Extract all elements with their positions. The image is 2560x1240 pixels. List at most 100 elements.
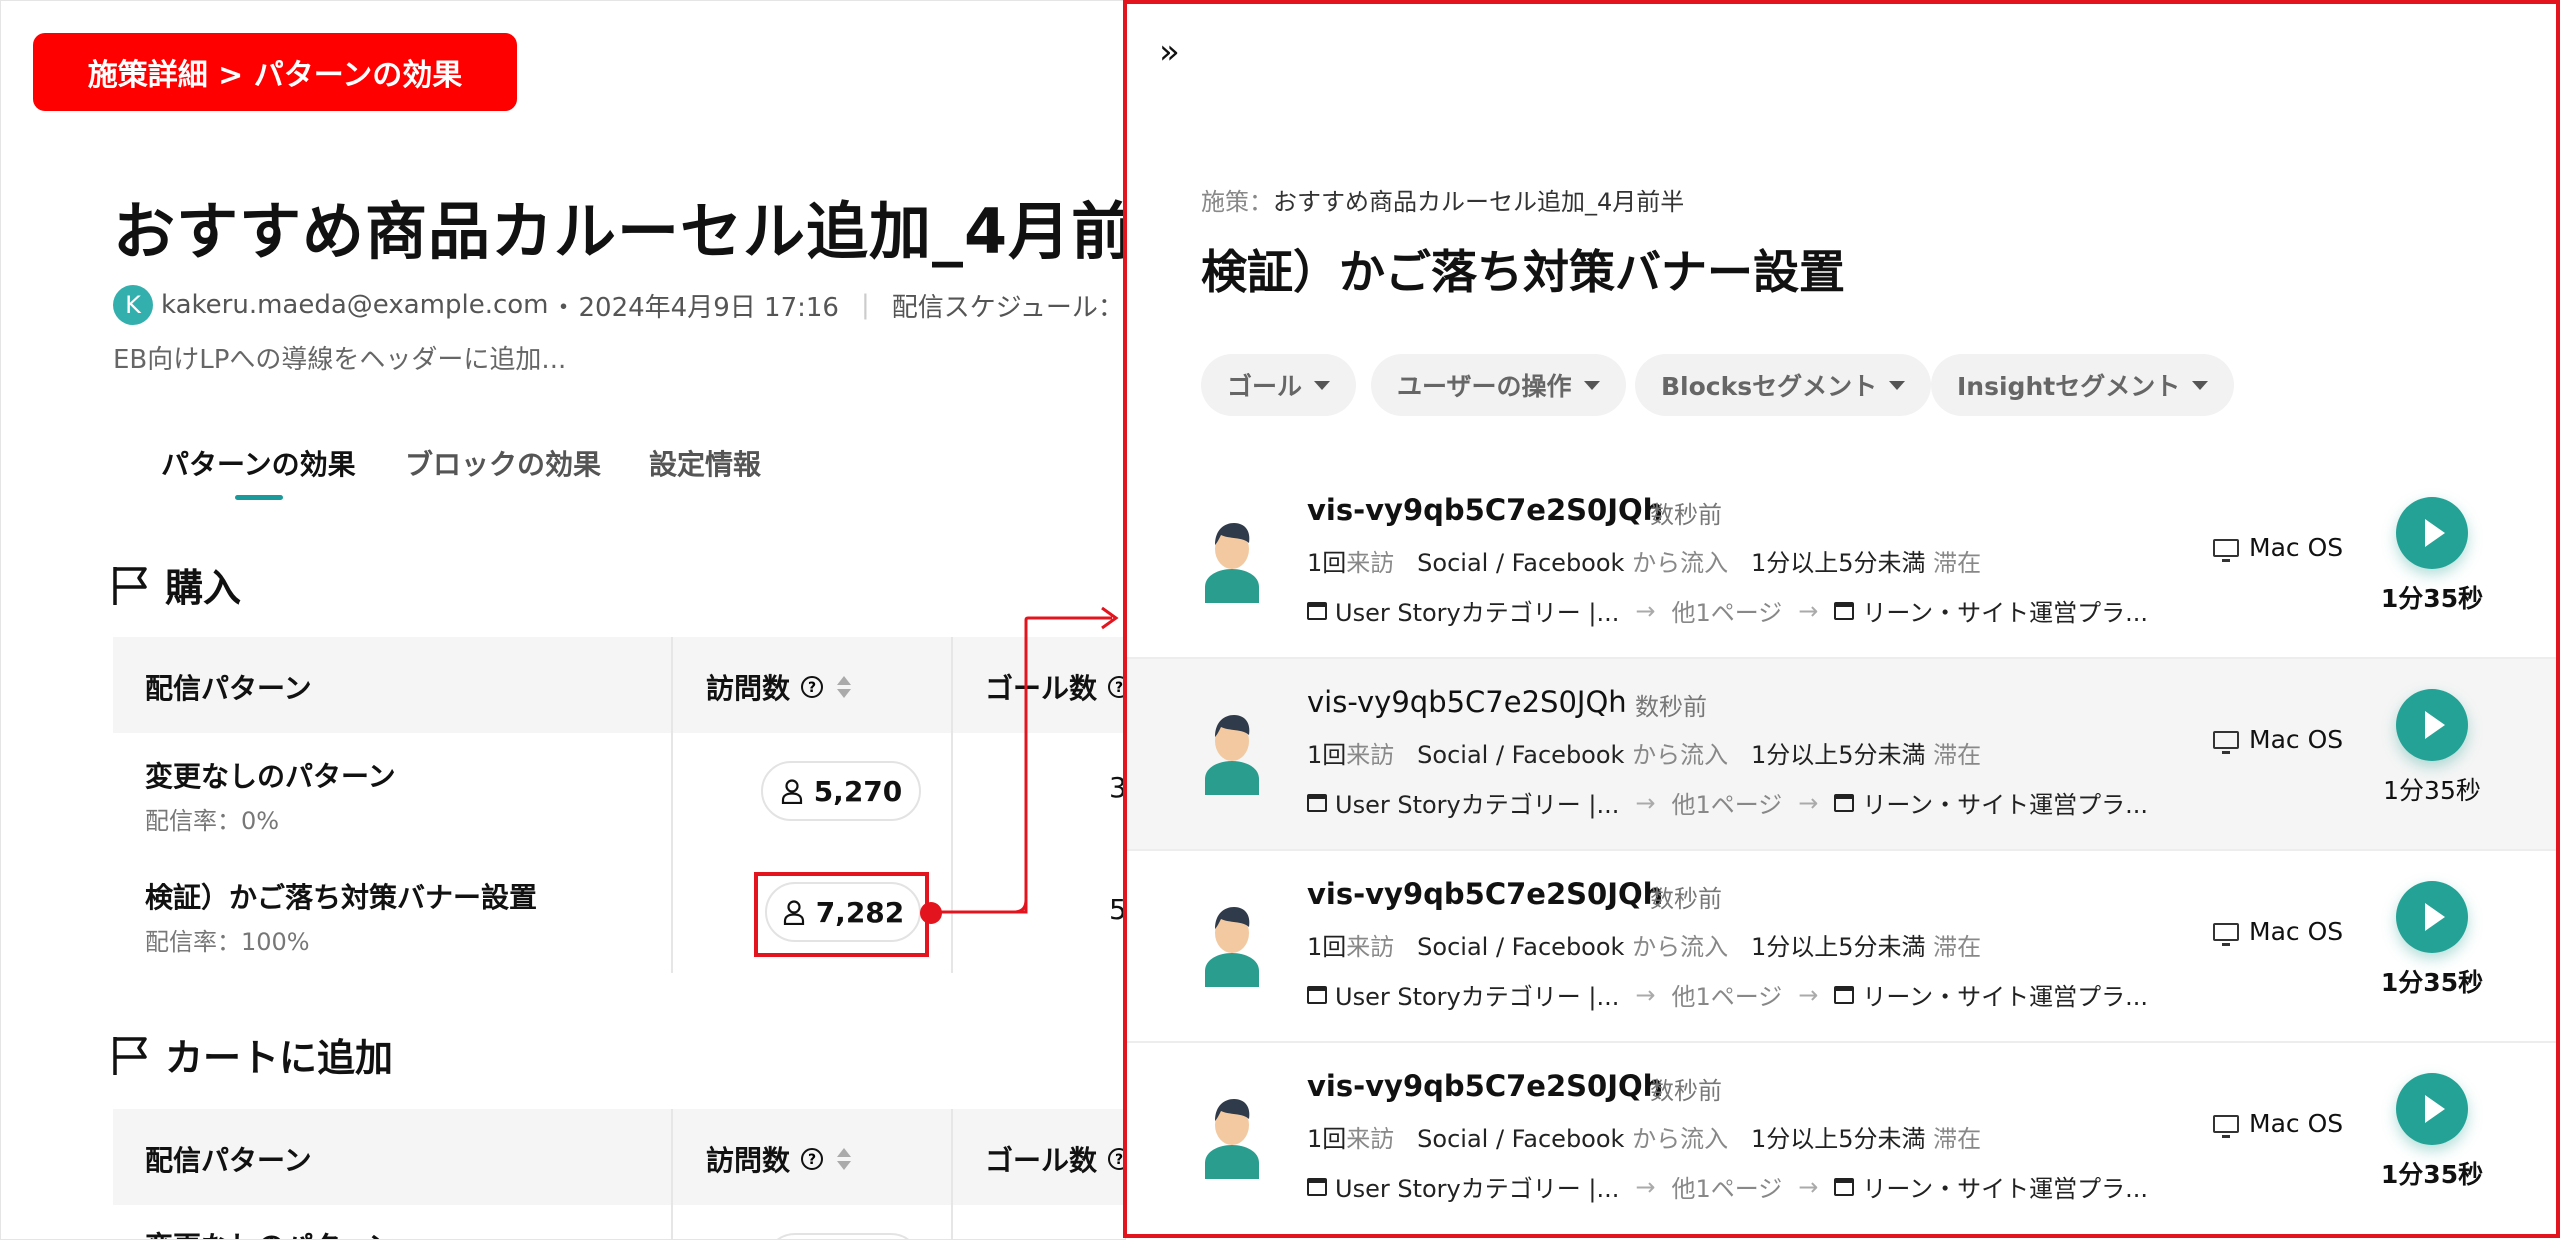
caret-down-icon	[1889, 380, 1906, 390]
col-visits-label: 訪問数	[706, 1144, 791, 1177]
play-button[interactable]	[2396, 497, 2468, 569]
visit-row[interactable]: vis-vy9qb5C7e2S0JQh 数秒前 1回来訪 Social / Fa…	[1127, 1043, 2556, 1234]
os-info: Mac OS	[2213, 917, 2343, 946]
col-visits[interactable]: 訪問数 ?	[706, 667, 854, 707]
panel-title: 検証）かご落ち対策バナー設置	[1201, 245, 1845, 299]
visit-row[interactable]: vis-vy9qb5C7e2S0JQh 数秒前 1回来訪 Social / Fa…	[1127, 851, 2556, 1043]
help-icon[interactable]: ?	[800, 1147, 824, 1171]
monitor-icon	[2213, 730, 2239, 754]
visitor-id[interactable]: vis-vy9qb5C7e2S0JQh	[1307, 493, 1663, 527]
section-title: 購入	[165, 566, 242, 610]
author-email: kakeru.maeda@example.com	[161, 290, 549, 320]
tab-pattern-effect[interactable]: パターンの効果	[161, 443, 356, 483]
visitor-panel: » 施策：おすすめ商品カルーセル追加_4月前半 検証）かご落ち対策バナー設置 ゴ…	[1123, 0, 2560, 1238]
collapse-icon[interactable]: »	[1159, 32, 1180, 72]
page-icon	[1307, 985, 1327, 1004]
col-visits-label: 訪問数	[706, 672, 791, 705]
row-title[interactable]: 検証）かご落ち対策バナー設置	[145, 876, 537, 916]
page-icon	[1834, 601, 1855, 620]
column-divider	[671, 1109, 673, 1239]
visit-summary: 1回来訪 Social / Facebook から流入 1分以上5分未満 滞在	[1307, 741, 1982, 769]
user-avatar-icon	[1205, 907, 1259, 987]
flag-icon	[113, 566, 147, 605]
tab-settings[interactable]: 設定情報	[649, 443, 761, 483]
filter-user-action[interactable]: ユーザーの操作	[1371, 354, 1626, 416]
panel-kicker: 施策：おすすめ商品カルーセル追加_4月前半	[1201, 182, 1684, 217]
monitor-icon	[2213, 1114, 2239, 1138]
visit-time: 数秒前	[1650, 885, 1722, 913]
section-heading-purchase: 購入	[109, 557, 241, 612]
caret-down-icon	[1583, 380, 1600, 390]
page-icon	[1834, 793, 1855, 812]
page-title: おすすめ商品カルーセル追加_4月前半	[113, 195, 1126, 268]
os-info: Mac OS	[2213, 725, 2343, 754]
tab-block-effect[interactable]: ブロックの効果	[405, 443, 601, 483]
page-icon	[1307, 1177, 1327, 1196]
avatar: K	[113, 285, 153, 325]
visit-summary: 1回来訪 Social / Facebook から流入 1分以上5分未満 滞在	[1307, 549, 1982, 577]
sort-icon[interactable]	[834, 673, 854, 701]
sort-icon[interactable]	[834, 1145, 854, 1173]
visitor-id[interactable]: vis-vy9qb5C7e2S0JQh	[1307, 685, 1627, 719]
col-pattern: 配信パターン	[145, 1144, 312, 1177]
created-date: 2024年4月9日 17:16	[578, 292, 839, 323]
visits-count: 5,270	[813, 774, 903, 808]
visit-time: 数秒前	[1650, 1077, 1722, 1105]
visits-pill[interactable]: 5,270	[761, 761, 921, 821]
page-icon	[1834, 985, 1855, 1004]
session-duration: 1分35秒	[2380, 1160, 2484, 1189]
visit-row[interactable]: vis-vy9qb5C7e2S0JQh 数秒前 1回来訪 Social / Fa…	[1127, 659, 2556, 851]
user-avatar-icon	[1205, 523, 1259, 603]
monitor-icon	[2213, 538, 2239, 562]
svg-text:?: ?	[808, 1152, 816, 1168]
meta-divider: |	[860, 290, 870, 320]
col-visits[interactable]: 訪問数 ?	[706, 1139, 854, 1179]
row-title[interactable]: 変更なしのパターン	[145, 1225, 396, 1239]
filter-blocks-segment[interactable]: Blocksセグメント	[1635, 354, 1932, 416]
row-rate: 配信率：0%	[145, 807, 280, 835]
user-avatar-icon	[1205, 1099, 1259, 1179]
caret-down-icon	[1314, 380, 1331, 390]
column-divider	[951, 1109, 953, 1239]
flag-icon	[113, 1036, 147, 1075]
row-title[interactable]: 変更なしのパターン	[145, 755, 396, 795]
os-info: Mac OS	[2213, 533, 2343, 562]
page-icon	[1834, 1177, 1855, 1196]
visit-row[interactable]: vis-vy9qb5C7e2S0JQh 数秒前 1回来訪 Social / Fa…	[1127, 467, 2556, 659]
svg-text:?: ?	[808, 680, 816, 696]
meta-separator: ・	[550, 292, 577, 323]
highlight-box	[754, 872, 929, 957]
page-icon	[1307, 601, 1327, 620]
col-goals-label: ゴール数	[985, 1144, 1098, 1177]
play-button[interactable]	[2396, 1073, 2468, 1145]
visit-summary: 1回来訪 Social / Facebook から流入 1分以上5分未満 滞在	[1307, 933, 1982, 961]
visitor-id[interactable]: vis-vy9qb5C7e2S0JQh	[1307, 1069, 1663, 1103]
visit-path: User Storyカテゴリー |... → 他1ページ → リーン・サイト運営プラ..…	[1307, 785, 2148, 820]
filter-goal[interactable]: ゴール	[1201, 354, 1357, 416]
meta-line: K kakeru.maeda@example.com ・ 2024年4月9日 1…	[113, 285, 1124, 325]
tab-indicator	[235, 495, 283, 500]
session-duration: 1分35秒	[2383, 776, 2481, 805]
visit-path: User Storyカテゴリー |... → 他1ページ → リーン・サイト運営プラ..…	[1307, 1169, 2148, 1204]
play-button[interactable]	[2396, 689, 2468, 761]
col-pattern: 配信パターン	[145, 672, 312, 705]
filter-label: Blocksセグメント	[1661, 372, 1878, 401]
play-button[interactable]	[2396, 881, 2468, 953]
kicker-value: おすすめ商品カルーセル追加_4月前半	[1273, 188, 1685, 216]
session-duration: 1分35秒	[2380, 584, 2484, 613]
session-duration: 1分35秒	[2380, 968, 2484, 997]
help-icon[interactable]: ?	[800, 675, 824, 699]
row-rate: 配信率：100%	[145, 928, 310, 956]
visit-time: 数秒前	[1650, 501, 1722, 529]
section-heading-add-to-cart: カートに追加	[109, 1027, 393, 1082]
monitor-icon	[2213, 922, 2239, 946]
schedule-label: 配信スケジュール：	[891, 292, 1124, 323]
filter-label: ユーザーの操作	[1397, 372, 1572, 401]
connector-arrow	[930, 606, 1119, 914]
visits-pill[interactable]	[765, 1233, 921, 1239]
breadcrumb: 施策詳細 > パターンの効果	[33, 33, 517, 111]
visitor-id[interactable]: vis-vy9qb5C7e2S0JQh	[1307, 877, 1663, 911]
svg-text:?: ?	[1115, 1152, 1123, 1168]
col-goals[interactable]: ゴール数 ?	[985, 1139, 1125, 1179]
filter-insight-segment[interactable]: Insightセグメント	[1931, 354, 2235, 416]
